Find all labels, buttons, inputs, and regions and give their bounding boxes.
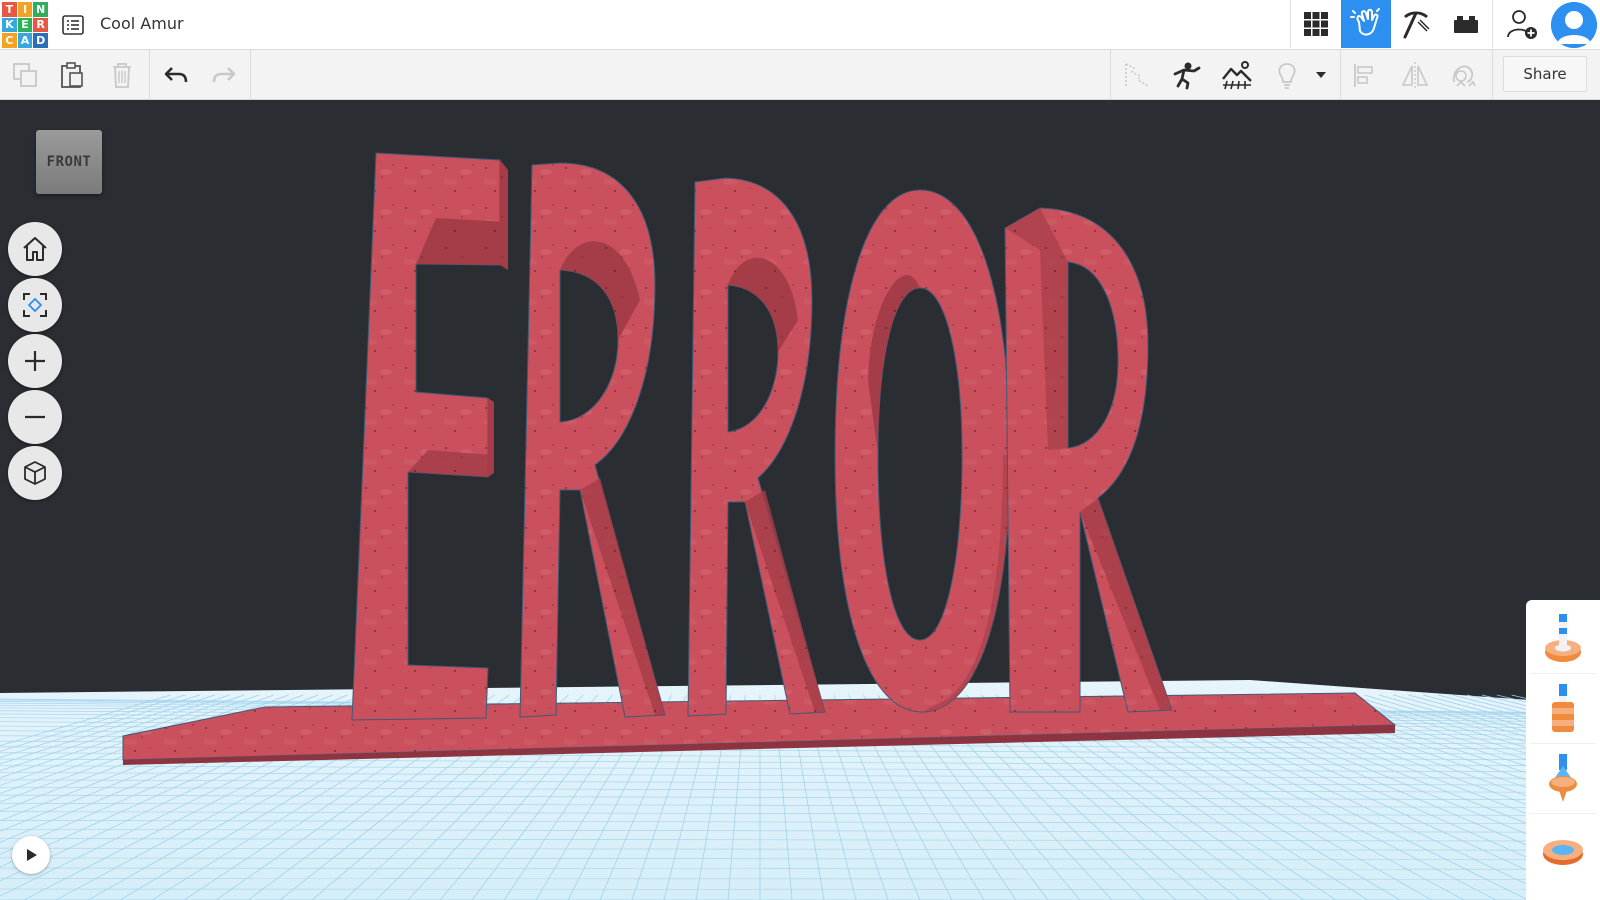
shape-cylinder-stack[interactable] — [1530, 676, 1596, 744]
hand-wave-icon — [1350, 8, 1380, 36]
logo-letter: C — [2, 33, 17, 48]
logo-letter: I — [17, 2, 33, 17]
zoom-out-icon — [25, 415, 45, 419]
toolbar-divider — [1340, 50, 1341, 100]
avatar-icon — [1551, 2, 1597, 48]
workplane-button[interactable] — [1217, 55, 1257, 95]
spinner-shape-icon — [1549, 753, 1577, 802]
delete-icon — [113, 63, 131, 88]
header-divider — [1492, 0, 1493, 48]
blocks-view-button[interactable] — [1341, 0, 1391, 48]
perspective-toggle-button[interactable] — [8, 446, 62, 500]
note-icon — [1125, 63, 1149, 87]
design-list-icon[interactable] — [61, 13, 85, 37]
invite-user-button[interactable] — [1497, 0, 1547, 48]
ring-shape-icon — [1543, 840, 1583, 865]
notes-button[interactable] — [1117, 55, 1157, 95]
mirror-button[interactable] — [1395, 55, 1435, 95]
shape-ring-with-pin[interactable] — [1530, 606, 1596, 674]
3d-design-view-button[interactable] — [1291, 0, 1341, 48]
copy-button[interactable] — [5, 55, 45, 95]
zoom-in-icon — [25, 351, 45, 371]
fit-view-button[interactable] — [8, 278, 62, 332]
show-all-icon — [1173, 62, 1201, 90]
logo-letter: D — [33, 33, 48, 48]
view-cube[interactable]: FRONT — [36, 130, 102, 194]
toolbar-divider — [250, 50, 251, 100]
add-user-icon — [1507, 10, 1537, 39]
copy-icon — [13, 63, 37, 87]
light-icon — [1278, 63, 1296, 89]
zoom-in-button[interactable] — [8, 334, 62, 388]
paste-icon — [61, 62, 83, 88]
toolbar-divider — [149, 50, 150, 100]
group-button[interactable] — [1444, 55, 1484, 95]
view-cube-face-label: FRONT — [46, 154, 92, 170]
top-header: T I N K E R C A D Cool Amur — [0, 0, 1600, 50]
shape-spinner[interactable] — [1530, 746, 1596, 814]
group-icon — [1452, 65, 1476, 87]
logo-letter: T — [2, 2, 17, 17]
edit-toolbar: Share — [0, 50, 1600, 100]
design-title[interactable]: Cool Amur — [100, 12, 184, 36]
light-button[interactable] — [1267, 55, 1307, 95]
play-button[interactable] — [12, 836, 50, 874]
mirror-icon — [1401, 62, 1429, 88]
fit-view-icon — [23, 293, 47, 317]
shape-ring[interactable] — [1530, 816, 1596, 884]
undo-button[interactable] — [156, 55, 196, 95]
bricks-view-button[interactable] — [1391, 0, 1441, 48]
grid-icon — [1304, 12, 1328, 36]
brick-icon — [1454, 16, 1478, 33]
redo-button[interactable] — [204, 55, 244, 95]
delete-button[interactable] — [102, 55, 142, 95]
show-all-button[interactable] — [1167, 55, 1207, 95]
share-button[interactable]: Share — [1503, 56, 1587, 92]
workplane-viewport[interactable]: FRONT — [0, 100, 1600, 900]
tinkercad-logo[interactable]: T I N K E R C A D — [2, 2, 48, 48]
shapes-panel — [1526, 600, 1600, 900]
logo-letter: R — [33, 17, 48, 33]
home-view-button[interactable] — [8, 222, 62, 276]
logo-letter: A — [17, 33, 33, 48]
ring-pin-shape-icon — [1545, 613, 1581, 662]
paste-button[interactable] — [52, 55, 92, 95]
align-icon — [1354, 64, 1373, 87]
undo-icon — [164, 67, 188, 83]
light-dropdown-button[interactable] — [1306, 55, 1336, 95]
3d-scene[interactable] — [0, 100, 1600, 900]
lego-view-button[interactable] — [1441, 0, 1491, 48]
play-icon — [27, 849, 37, 861]
toolbar-divider — [1492, 50, 1493, 100]
cylinder-stack-shape-icon — [1552, 683, 1574, 732]
align-button[interactable] — [1345, 55, 1385, 95]
dropdown-icon — [1316, 72, 1326, 78]
workplane-icon — [1222, 61, 1252, 90]
perspective-icon — [24, 461, 46, 485]
logo-letter: N — [33, 2, 48, 17]
toolbar-divider — [1110, 50, 1111, 100]
user-avatar[interactable] — [1551, 2, 1597, 48]
zoom-out-button[interactable] — [8, 390, 62, 444]
logo-letter: K — [2, 17, 17, 33]
home-icon — [23, 237, 47, 261]
logo-letter: E — [17, 17, 33, 33]
pickaxe-icon — [1403, 11, 1430, 39]
redo-icon — [212, 67, 236, 83]
